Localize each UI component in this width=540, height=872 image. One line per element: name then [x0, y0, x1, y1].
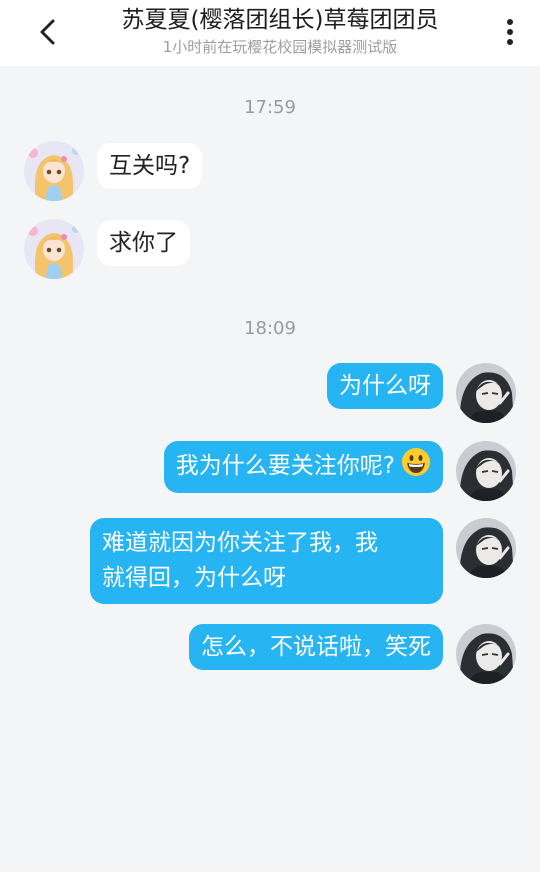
message-timestamp: 17:59 — [244, 97, 296, 118]
back-button[interactable] — [30, 14, 66, 50]
incoming-message-bubble[interactable]: 求你了 — [97, 220, 190, 266]
dark-hair-avatar-icon — [456, 624, 516, 684]
chat-header: 苏夏夏(樱落团组长)草莓团团员 1小时前在玩樱花校园模拟器测试版 — [0, 0, 540, 66]
contact-status: 1小时前在玩樱花校园模拟器测试版 — [162, 38, 398, 56]
more-vertical-icon — [507, 19, 513, 45]
user-avatar[interactable] — [456, 624, 516, 684]
dark-hair-avatar-icon — [456, 441, 516, 501]
more-options-button[interactable] — [498, 12, 522, 52]
incoming-message-bubble[interactable]: 互关吗? — [97, 143, 203, 189]
chevron-left-icon — [40, 19, 55, 45]
message-timestamp: 18:09 — [244, 318, 296, 339]
dark-hair-avatar-icon — [456, 363, 516, 423]
outgoing-message-bubble[interactable]: 为什么呀 — [327, 363, 443, 409]
grinning-face-emoji-icon — [401, 447, 431, 487]
outgoing-message-bubble[interactable]: 我为什么要关注你呢? — [163, 441, 443, 493]
outgoing-message-bubble[interactable]: 难道就因为你关注了我，我 就得回，为什么呀 — [90, 518, 443, 604]
outgoing-message-bubble[interactable]: 怎么，不说话啦，笑死 — [189, 624, 443, 670]
user-avatar[interactable] — [456, 518, 516, 578]
message-text-line: 难道就因为你关注了我，我 — [102, 530, 378, 556]
message-text: 我为什么要关注你呢? — [175, 453, 395, 479]
user-avatar[interactable] — [456, 441, 516, 501]
dark-hair-avatar-icon — [456, 518, 516, 578]
contact-avatar[interactable] — [24, 219, 84, 279]
anime-girl-avatar-icon — [24, 219, 84, 279]
user-avatar[interactable] — [456, 363, 516, 423]
anime-girl-avatar-icon — [24, 141, 84, 201]
contact-name: 苏夏夏(樱落团组长)草莓团团员 — [121, 7, 439, 33]
contact-avatar[interactable] — [24, 141, 84, 201]
chat-title-block[interactable]: 苏夏夏(樱落团组长)草莓团团员 1小时前在玩樱花校园模拟器测试版 — [80, 4, 480, 58]
message-text-line: 就得回，为什么呀 — [102, 565, 286, 591]
